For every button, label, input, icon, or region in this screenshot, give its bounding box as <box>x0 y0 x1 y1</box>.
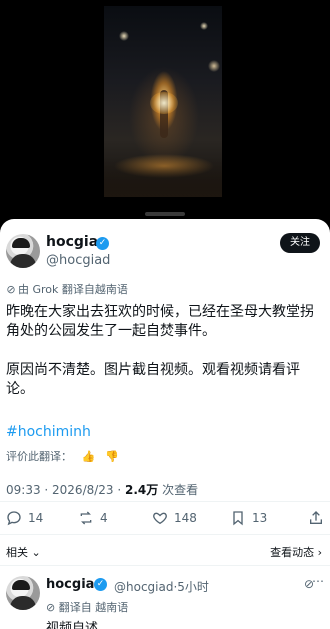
verified-badge-icon: ✓ <box>96 237 109 250</box>
divider <box>0 565 330 566</box>
related-label: 相关 <box>6 546 28 559</box>
avatar-hat <box>12 580 30 590</box>
share-button[interactable] <box>308 510 324 526</box>
hashtag-link[interactable]: #hochiminh <box>6 424 91 440</box>
bookmark-button[interactable]: 13 <box>230 510 267 526</box>
grok-icon: ⊘ <box>46 601 59 614</box>
verified-badge-icon: ✓ <box>94 578 107 591</box>
reply-translation-label: 翻译自 越南语 <box>58 601 129 614</box>
related-toggle[interactable]: 相关 ⌄ <box>6 544 41 560</box>
reply-handle-time[interactable]: @hocgiad·5小时 <box>114 578 209 595</box>
sheet-drag-handle[interactable] <box>145 212 185 216</box>
rate-translation-label: 评价此翻译： <box>6 450 72 463</box>
video-flames <box>150 92 178 114</box>
view-activity-link[interactable]: 查看动态 › <box>270 544 322 560</box>
avatar-hat <box>12 238 30 248</box>
translation-note[interactable]: ⊘ 由 Grok 翻译自越南语 <box>6 281 128 297</box>
thumbs-up-icon[interactable]: 👍 <box>82 450 96 463</box>
thumbs-down-icon[interactable]: 👎 <box>105 450 119 463</box>
avatar-body <box>10 254 36 268</box>
tweet-text-paragraph-1: 昨晚在大家出去狂欢的时候，已经在圣母大教堂拐角处的公园发生了一起自焚事件。 <box>6 304 314 339</box>
reply-button[interactable]: 14 <box>6 510 43 526</box>
reply-avatar[interactable] <box>6 576 40 610</box>
video-still[interactable] <box>104 6 222 197</box>
divider <box>0 501 330 502</box>
chevron-down-icon: ⌄ <box>28 546 41 559</box>
tweet-meta: 09:33 · 2026/8/23 · 2.4万 次查看 <box>6 481 198 498</box>
view-count: 2.4万 <box>125 483 159 497</box>
repost-icon <box>80 511 92 525</box>
heart-icon <box>153 512 167 525</box>
translation-label: 由 Grok 翻译自越南语 <box>18 283 128 296</box>
share-icon <box>310 511 322 524</box>
avatar[interactable] <box>6 234 40 268</box>
rate-translation: 评价此翻译： 👍 👎 <box>6 448 119 464</box>
divider <box>0 534 330 535</box>
more-icon[interactable]: ⋯ <box>312 574 324 588</box>
bookmark-icon <box>233 511 243 526</box>
grok-icon: ⊘ <box>6 283 16 296</box>
view-count-label: 次查看 <box>158 483 199 497</box>
video-ground <box>104 157 222 197</box>
follow-button[interactable]: 关注 <box>280 233 320 253</box>
reply-count: 14 <box>28 511 44 525</box>
tweet-timestamp[interactable]: 09:33 · 2026/8/23 · <box>6 483 125 497</box>
user-handle[interactable]: @hocgiad <box>46 253 110 268</box>
chevron-right-icon: › <box>314 546 322 559</box>
reply-text: 视频自述 <box>46 621 99 629</box>
repost-button[interactable]: 4 <box>78 510 108 526</box>
repost-count: 4 <box>100 511 108 525</box>
display-name[interactable]: hocgia <box>46 234 98 250</box>
like-count: 148 <box>174 511 197 525</box>
bookmark-count: 13 <box>252 511 268 525</box>
media-viewer <box>0 0 330 216</box>
reply-display-name[interactable]: hocgia <box>46 577 94 592</box>
reply-translation-note[interactable]: ⊘ 翻译自 越南语 <box>46 599 128 615</box>
view-activity-label: 查看动态 <box>270 546 315 559</box>
reply-icon <box>7 511 21 526</box>
like-button[interactable]: 148 <box>152 510 197 526</box>
avatar-body <box>10 596 36 610</box>
tweet-text-paragraph-2: 原因尚不清楚。图片截自视频。观看视频请看评论。 <box>6 362 300 397</box>
tweet-sheet: hocgia ✓ @hocgiad 关注 ⊘ 由 Grok 翻译自越南语 昨晚在大… <box>0 219 330 629</box>
